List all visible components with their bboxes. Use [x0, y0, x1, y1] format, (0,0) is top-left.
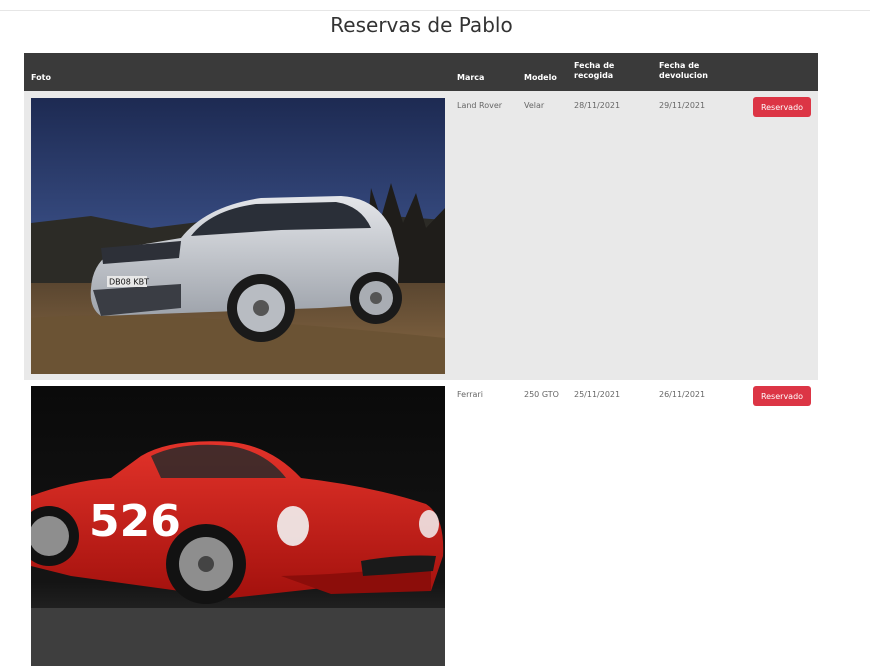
- svg-text:526: 526: [89, 496, 181, 547]
- cell-marca: Ferrari: [457, 390, 483, 399]
- reservations-table: Foto Marca Modelo Fecha de recogida Fech…: [24, 53, 818, 666]
- header-fecha-devolucion-line1: Fecha de: [659, 61, 700, 70]
- header-foto: Foto: [31, 73, 51, 82]
- cell-modelo: Velar: [524, 101, 545, 110]
- svg-text:DB08 KBT: DB08 KBT: [109, 278, 149, 287]
- table-row: DB08 KBT Land Rover Velar 28/11/2021 29/…: [24, 91, 818, 380]
- cell-fecha-devolucion: 29/11/2021: [659, 101, 706, 110]
- cell-fecha-recogida: 28/11/2021: [574, 101, 621, 110]
- header-modelo: Modelo: [524, 73, 557, 82]
- cell-fecha-devolucion: 26/11/2021: [659, 390, 706, 399]
- cell-marca: Land Rover: [457, 101, 503, 110]
- table-header: Foto Marca Modelo Fecha de recogida Fech…: [24, 53, 818, 91]
- table-row: 526 Ferrari 250 GTO 25/11/2021 26/11/202…: [24, 380, 818, 666]
- header-marca: Marca: [457, 73, 485, 82]
- page-title: Reservas de Pablo: [330, 13, 513, 37]
- header-fecha-recogida-line2: recogida: [574, 71, 614, 80]
- car-photo-ferrari: 526: [31, 386, 445, 666]
- reservado-button[interactable]: Reservado: [753, 386, 811, 406]
- header-fecha-devolucion: Fecha de devolucion: [659, 61, 708, 81]
- header-fecha-recogida: Fecha de recogida: [574, 61, 614, 81]
- cell-fecha-recogida: 25/11/2021: [574, 390, 621, 399]
- header-fecha-recogida-line1: Fecha de: [574, 61, 615, 70]
- cell-modelo: 250 GTO: [524, 390, 559, 399]
- reservado-button[interactable]: Reservado: [753, 97, 811, 117]
- car-photo-land-rover: DB08 KBT: [31, 98, 445, 374]
- top-divider: [0, 10, 870, 11]
- header-fecha-devolucion-line2: devolucion: [659, 71, 708, 80]
